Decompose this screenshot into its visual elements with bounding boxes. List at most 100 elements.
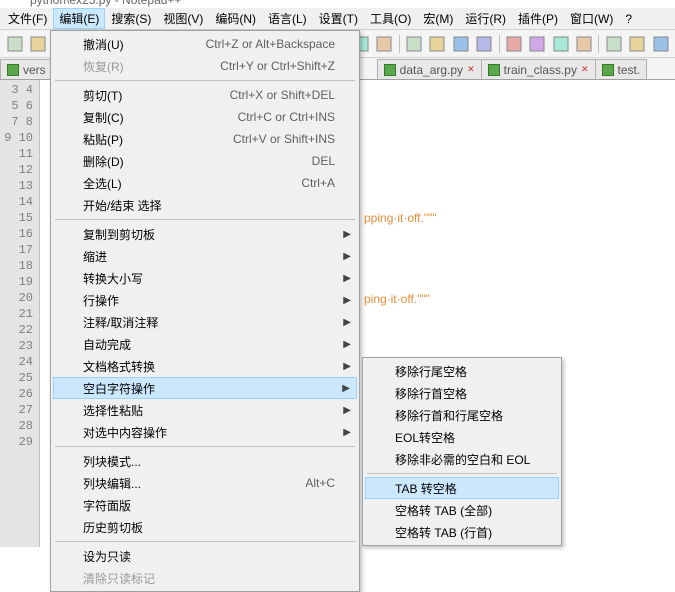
menu-item[interactable]: 宏(M): [417, 8, 459, 29]
submenu-item[interactable]: 移除行首和行尾空格: [365, 404, 559, 426]
menu-item[interactable]: 设为只读: [53, 545, 357, 567]
menu-item-label: 注释/取消注释: [83, 314, 335, 331]
menu-item[interactable]: ?: [619, 10, 638, 28]
submenu-item[interactable]: 空格转 TAB (全部): [365, 499, 559, 521]
sync-button[interactable]: [404, 33, 425, 55]
indent-button[interactable]: [504, 33, 525, 55]
new-button[interactable]: [4, 33, 25, 55]
menu-item[interactable]: 复制(C)Ctrl+C or Ctrl+INS: [53, 106, 357, 128]
tab-label: vers: [23, 63, 46, 77]
menu-item[interactable]: 窗口(W): [564, 8, 619, 29]
menu-item[interactable]: 转换大小写▶: [53, 267, 357, 289]
menu-divider: [367, 473, 557, 474]
menu-bar: 文件(F)编辑(E)搜索(S)视图(V)编码(N)语言(L)设置(T)工具(O)…: [0, 8, 675, 30]
file-tab[interactable]: data_arg.py✕: [377, 59, 482, 79]
submenu-item[interactable]: TAB 转空格: [365, 477, 559, 499]
chevron-right-icon: ▶: [343, 339, 351, 350]
menu-item[interactable]: 粘贴(P)Ctrl+V or Shift+INS: [53, 128, 357, 150]
folder-button[interactable]: [527, 33, 548, 55]
menu-divider: [55, 541, 355, 542]
menu-item[interactable]: 行操作▶: [53, 289, 357, 311]
menu-item[interactable]: 编辑(E): [53, 8, 105, 29]
menu-item-label: 删除(D): [83, 153, 312, 170]
submenu-item-label: 移除行首和行尾空格: [395, 407, 503, 424]
menu-item[interactable]: 撤消(U)Ctrl+Z or Alt+Backspace: [53, 33, 357, 55]
menu-item[interactable]: 复制到剪切板▶: [53, 223, 357, 245]
menu-item[interactable]: 列块编辑...Alt+C: [53, 472, 357, 494]
menu-item-label: 清除只读标记: [83, 570, 335, 587]
menu-item-label: 文档格式转换: [83, 358, 335, 375]
rec-button[interactable]: [603, 33, 624, 55]
wrap-button[interactable]: [427, 33, 448, 55]
menu-item[interactable]: 自动完成 ▶: [53, 333, 357, 355]
menu-item-accel: Ctrl+V or Shift+INS: [233, 132, 335, 146]
zoomout-button[interactable]: [373, 33, 394, 55]
lang-button[interactable]: [473, 33, 494, 55]
menu-item-accel: Ctrl+A: [301, 176, 335, 190]
open-button[interactable]: [27, 33, 48, 55]
menu-item[interactable]: 开始/结束 选择: [53, 194, 357, 216]
play-button[interactable]: [627, 33, 648, 55]
menu-item[interactable]: 全选(L)Ctrl+A: [53, 172, 357, 194]
menu-item[interactable]: 搜索(S): [105, 8, 157, 29]
menu-item[interactable]: 设置(T): [313, 8, 364, 29]
menu-item[interactable]: 编码(N): [209, 8, 262, 29]
file-tab[interactable]: test.: [595, 59, 648, 79]
menu-item[interactable]: 空白字符操作▶: [53, 377, 357, 399]
menu-item-label: 缩进: [83, 248, 335, 265]
whitespace-submenu: 移除行尾空格移除行首空格移除行首和行尾空格 EOL转空格移除非必需的空白和 EOL…: [362, 357, 562, 546]
submenu-item[interactable]: 移除行尾空格: [365, 360, 559, 382]
menu-item[interactable]: 视图(V): [157, 8, 209, 29]
menu-item[interactable]: 选择性粘贴 ▶: [53, 399, 357, 421]
menu-item-label: 撤消(U): [83, 36, 206, 53]
file-tab[interactable]: vers: [0, 59, 53, 79]
menu-item-label: 自动完成: [83, 336, 335, 353]
menu-item-accel: Ctrl+Z or Alt+Backspace: [206, 37, 335, 51]
close-icon[interactable]: ✕: [467, 64, 475, 75]
title-bar: python\ex25.py - Notepad++: [0, 0, 675, 8]
menu-item[interactable]: 删除(D)DEL: [53, 150, 357, 172]
chevron-right-icon: ▶: [343, 295, 351, 306]
macro1-button[interactable]: [550, 33, 571, 55]
menu-item[interactable]: 运行(R): [459, 8, 512, 29]
menu-item-label: 列块编辑...: [83, 475, 305, 492]
menu-item[interactable]: 对选中内容操作▶: [53, 421, 357, 443]
submenu-item[interactable]: 移除行首空格: [365, 382, 559, 404]
menu-item[interactable]: 列块模式...: [53, 450, 357, 472]
menu-item-accel: DEL: [312, 154, 335, 168]
menu-item[interactable]: 历史剪切板: [53, 516, 357, 538]
menu-item[interactable]: 缩进▶: [53, 245, 357, 267]
menu-item[interactable]: 插件(P): [512, 8, 564, 29]
menu-item[interactable]: 文档格式转换▶: [53, 355, 357, 377]
menu-divider: [55, 80, 355, 81]
tab-label: train_class.py: [504, 63, 577, 77]
menu-item-label: 选择性粘贴: [83, 402, 335, 419]
menu-item[interactable]: 语言(L): [262, 8, 313, 29]
menu-item-accel: Ctrl+C or Ctrl+INS: [238, 110, 335, 124]
stop-button[interactable]: [650, 33, 671, 55]
menu-item[interactable]: 工具(O): [364, 8, 417, 29]
chevron-right-icon: ▶: [343, 405, 351, 416]
submenu-item[interactable]: 移除非必需的空白和 EOL: [365, 448, 559, 470]
submenu-item-label: 空格转 TAB (全部): [395, 502, 492, 519]
file-icon: [602, 64, 614, 76]
macro2-button[interactable]: [573, 33, 594, 55]
close-icon[interactable]: ✕: [581, 64, 589, 75]
menu-item-label: 字符面版: [83, 497, 335, 514]
submenu-item[interactable]: EOL转空格: [365, 426, 559, 448]
submenu-item[interactable]: 空格转 TAB (行首): [365, 521, 559, 543]
menu-item: 恢复(R)Ctrl+Y or Ctrl+Shift+Z: [53, 55, 357, 77]
menu-item-label: 全选(L): [83, 175, 301, 192]
chevron-right-icon: ▶: [343, 317, 351, 328]
chars-button[interactable]: [450, 33, 471, 55]
menu-item[interactable]: 注释/取消注释 ▶: [53, 311, 357, 333]
submenu-item-label: EOL转空格: [395, 429, 455, 446]
menu-item-accel: Ctrl+Y or Ctrl+Shift+Z: [220, 59, 335, 73]
menu-item[interactable]: 字符面版: [53, 494, 357, 516]
toolbar-separator: [598, 35, 599, 53]
menu-item[interactable]: 剪切(T)Ctrl+X or Shift+DEL: [53, 84, 357, 106]
tab-label: test.: [618, 63, 641, 77]
menu-item-label: 复制到剪切板: [83, 226, 335, 243]
file-tab[interactable]: train_class.py ✕: [481, 59, 596, 79]
menu-item[interactable]: 文件(F): [2, 8, 53, 29]
